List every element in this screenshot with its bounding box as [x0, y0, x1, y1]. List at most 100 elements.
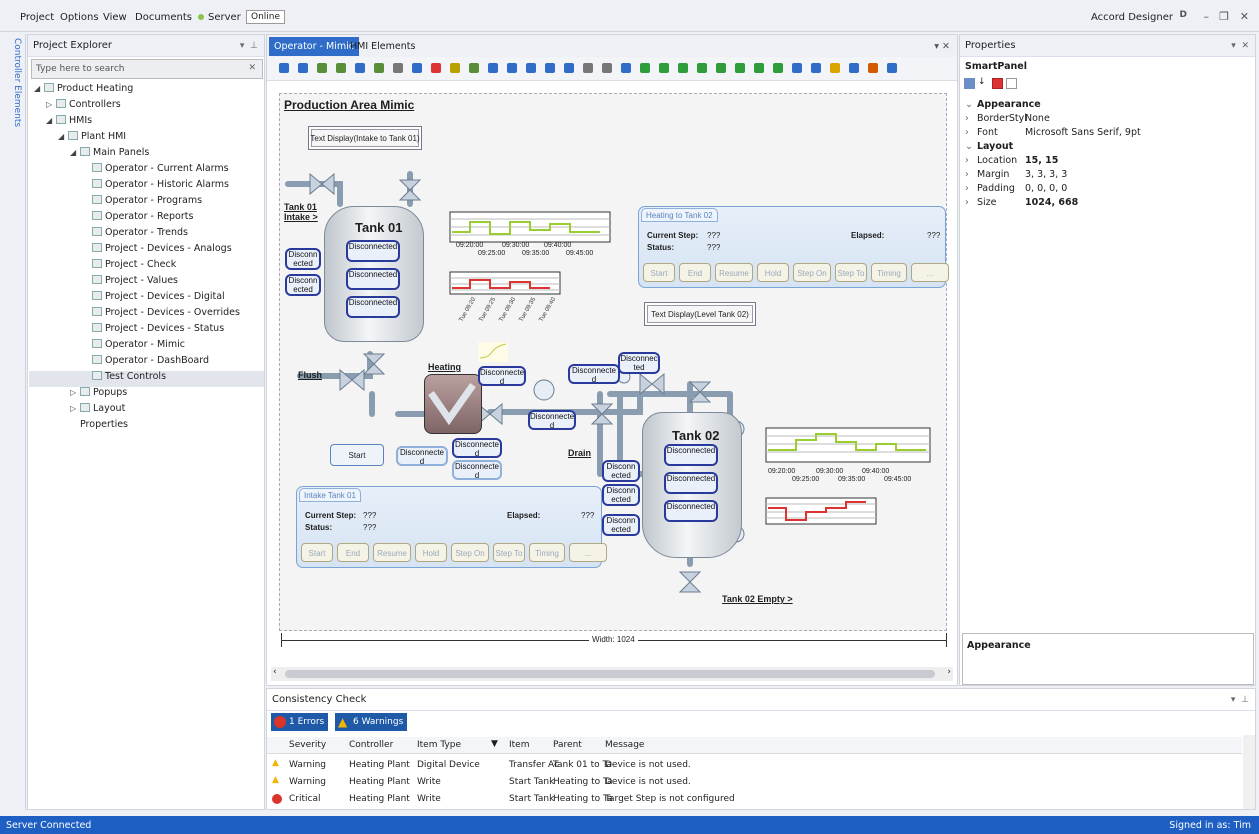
collapse-icon[interactable]: ⌄	[965, 99, 973, 110]
sequence-hold-button[interactable]: Hold	[757, 263, 789, 282]
sequence-hold-button[interactable]: Hold	[415, 543, 447, 562]
grid-scrollbar[interactable]	[1243, 735, 1255, 809]
col-severity[interactable]: Severity	[289, 740, 326, 750]
toolbar-tool-icon[interactable]	[697, 63, 707, 73]
tank02-side-status-2[interactable]: Disconn ected	[602, 484, 640, 506]
sequence--button[interactable]: ...	[911, 263, 949, 282]
pin-icon[interactable]: ▾ ⊥	[240, 35, 258, 57]
sequence-step-to-button[interactable]: Step To	[493, 543, 525, 562]
toolbar-tool-icon[interactable]	[488, 63, 498, 73]
start-button[interactable]: Start	[330, 444, 384, 466]
tree-item[interactable]: Project - Devices - Overrides	[82, 307, 240, 318]
warnings-badge[interactable]: ▲ 6 Warnings	[335, 713, 408, 731]
menu-project[interactable]: Project	[20, 12, 54, 23]
property-row[interactable]: › Font Microsoft Sans Serif, 9pt	[965, 127, 1245, 140]
menu-view[interactable]: View	[103, 12, 127, 23]
collapse-icon[interactable]: ⌄	[965, 141, 973, 152]
sequence-resume-button[interactable]: Resume	[715, 263, 753, 282]
text-display-level-tank02[interactable]: Text Display(Level Tank 02)	[644, 302, 756, 326]
property-value[interactable]: 1024, 668	[1025, 197, 1078, 208]
scroll-thumb[interactable]	[285, 670, 935, 678]
property-value[interactable]: 0, 0, 0, 0	[1025, 183, 1067, 194]
tree-item[interactable]: Properties	[70, 419, 128, 430]
property-row[interactable]: › BorderStyl None	[965, 113, 1245, 126]
tank02-side-status-1[interactable]: Disconn ected	[602, 460, 640, 482]
intake-status-1[interactable]: Disconn ected	[285, 248, 321, 270]
expand-icon[interactable]: ›	[965, 127, 969, 138]
tree-item[interactable]: Operator - DashBoard	[82, 355, 209, 366]
property-value[interactable]: 15, 15	[1025, 155, 1058, 166]
toolbar-tool-icon[interactable]	[507, 63, 517, 73]
tree-item[interactable]: Operator - Current Alarms	[82, 163, 229, 174]
heater-status-3[interactable]: Disconnecte d	[452, 460, 502, 480]
tank01-intake-link[interactable]: Tank 01 Intake >	[284, 202, 324, 222]
table-row[interactable]: ▲ Warning Heating Plant Digital Device Trans…	[267, 757, 1242, 773]
horizontal-scrollbar[interactable]: ‹ ›	[271, 667, 953, 681]
property-category[interactable]: ⌄ Layout	[965, 141, 1245, 154]
tree-item[interactable]: Test Controls	[82, 371, 166, 382]
toolbar-tool-icon[interactable]	[545, 63, 555, 73]
menu-documents[interactable]: Documents	[135, 12, 192, 23]
tree-item[interactable]: Project - Check	[82, 259, 176, 270]
tree-item[interactable]: Operator - Mimic	[82, 339, 185, 350]
table-row[interactable]: Critical Heating Plant Write Start Tank Heat…	[267, 791, 1242, 807]
col-item-type[interactable]: Item Type	[417, 740, 461, 750]
categorized-icon[interactable]	[964, 78, 975, 89]
close-button[interactable]: ✕	[1240, 10, 1249, 23]
tree-expander-icon[interactable]: ◢	[34, 84, 44, 93]
col-item[interactable]: Item	[509, 740, 530, 750]
toolbar-tool-icon[interactable]	[564, 63, 574, 73]
properties-icon[interactable]	[992, 78, 1003, 89]
property-value[interactable]: 3, 3, 3, 3	[1025, 169, 1067, 180]
toolbar-tool-icon[interactable]	[336, 63, 346, 73]
col-parent[interactable]: Parent	[553, 740, 582, 750]
toolbar-tool-icon[interactable]	[849, 63, 859, 73]
tree-item[interactable]: ▷ Controllers	[46, 99, 121, 110]
drain-valve-status[interactable]: Disconnecte d	[528, 410, 576, 430]
expand-icon[interactable]: ›	[965, 197, 969, 208]
tree-expander-icon[interactable]: ▷	[46, 100, 56, 109]
sequence--button[interactable]: ...	[569, 543, 607, 562]
controller-elements-tab[interactable]: Controller Elements	[10, 34, 26, 810]
sequence-step-on-button[interactable]: Step On	[451, 543, 489, 562]
tree-item[interactable]: Project - Devices - Analogs	[82, 243, 232, 254]
toolbar-tool-icon[interactable]	[868, 63, 878, 73]
sequence-start-button[interactable]: Start	[643, 263, 675, 282]
expand-icon[interactable]: ›	[965, 155, 969, 166]
mimic-canvas[interactable]: Production Area Mimic Text Display(Intak…	[279, 93, 949, 631]
tree-expander-icon[interactable]: ◢	[58, 132, 68, 141]
toolbar-tool-icon[interactable]	[754, 63, 764, 73]
tree-item[interactable]: Operator - Reports	[82, 211, 193, 222]
toolbar-tool-icon[interactable]	[792, 63, 802, 73]
sequence-resume-button[interactable]: Resume	[373, 543, 411, 562]
tank02-side-status-3[interactable]: Disconn ected	[602, 514, 640, 536]
property-category[interactable]: ⌄ Appearance	[965, 99, 1245, 112]
tree-item[interactable]: Operator - Trends	[82, 227, 188, 238]
text-display-intake[interactable]: Text Display(Intake to Tank 01)	[308, 126, 422, 150]
heating-status[interactable]: Disconnecte d	[478, 366, 526, 386]
pump-status[interactable]: Disconnecte d	[568, 364, 620, 384]
property-row[interactable]: › Margin 3, 3, 3, 3	[965, 169, 1245, 182]
tree-expander-icon[interactable]: ▷	[70, 404, 80, 413]
toolbar-tool-icon[interactable]	[735, 63, 745, 73]
sequence-end-button[interactable]: End	[679, 263, 711, 282]
toolbar-tool-icon[interactable]	[659, 63, 669, 73]
toolbar-tool-icon[interactable]	[583, 63, 593, 73]
scroll-right-icon[interactable]: ›	[947, 667, 951, 677]
sequence-timing-button[interactable]: Timing	[871, 263, 907, 282]
tree-item[interactable]: ◢ Main Panels	[70, 147, 149, 158]
tank02-status-2[interactable]: Disconnected	[664, 472, 718, 494]
filter-icon[interactable]: ▼	[491, 739, 498, 749]
intake-status-2[interactable]: Disconn ected	[285, 274, 321, 296]
doc-close-icon[interactable]: ▾ ✕	[929, 37, 955, 56]
heater-unit[interactable]	[424, 374, 482, 434]
toolbar-tool-icon[interactable]	[298, 63, 308, 73]
tree-expander-icon[interactable]: ◢	[70, 148, 80, 157]
tank02-empty-link[interactable]: Tank 02 Empty >	[722, 594, 793, 604]
toolbar-tool-icon[interactable]	[678, 63, 688, 73]
toolbar-tool-icon[interactable]	[830, 63, 840, 73]
events-icon[interactable]	[1006, 78, 1017, 89]
tree-item[interactable]: Project - Devices - Digital	[82, 291, 225, 302]
col-controller[interactable]: Controller	[349, 740, 393, 750]
property-row[interactable]: › Padding 0, 0, 0, 0	[965, 183, 1245, 196]
